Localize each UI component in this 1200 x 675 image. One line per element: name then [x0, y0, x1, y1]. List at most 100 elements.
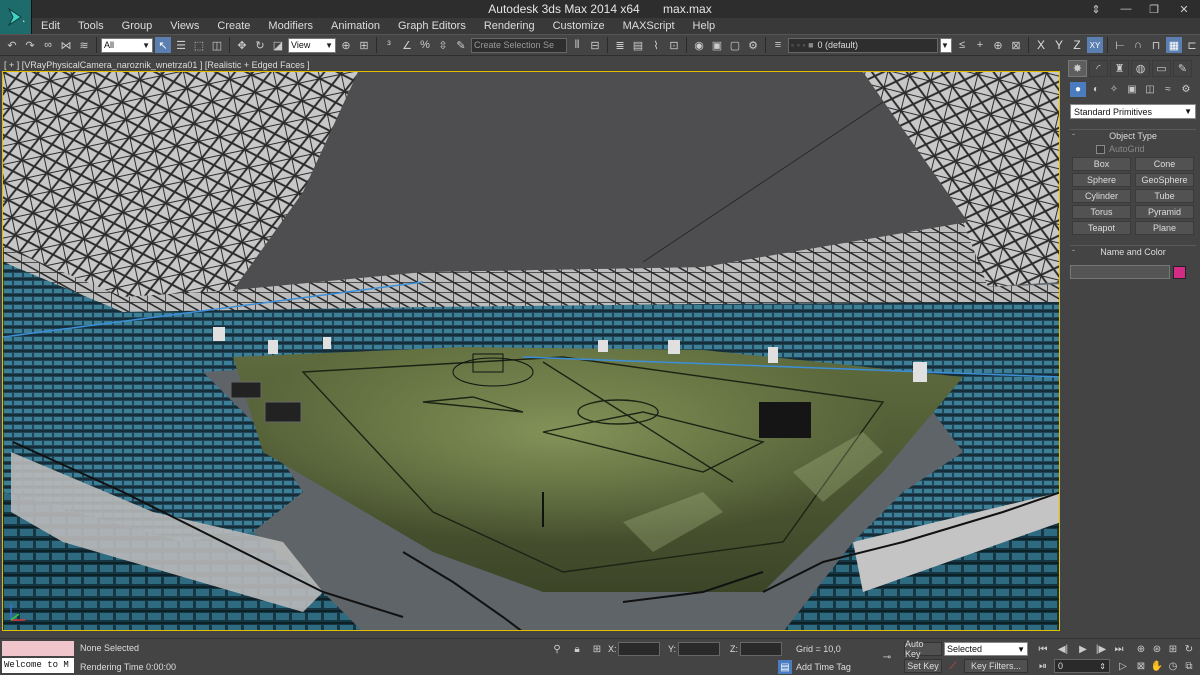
next-frame-icon[interactable]: |▶: [1094, 642, 1108, 656]
systems-icon[interactable]: ⚙: [1178, 82, 1194, 97]
layer-dropdown[interactable]: ◦ ◦ ◦ ■ 0 (default): [788, 37, 938, 53]
teapot-button[interactable]: Teapot: [1072, 221, 1131, 235]
graphite-ribbon-icon[interactable]: ▤: [630, 37, 646, 53]
named-selection-field[interactable]: Create Selection Se: [471, 37, 567, 53]
object-color-swatch[interactable]: [1173, 265, 1186, 279]
snap-edge-icon[interactable]: ⊓: [1148, 37, 1164, 53]
schematic-view-icon[interactable]: ⊡: [666, 37, 682, 53]
menu-rendering[interactable]: Rendering: [475, 20, 544, 32]
minimize-icon[interactable]: —: [1112, 0, 1140, 18]
box-button[interactable]: Box: [1072, 157, 1131, 171]
walk-through-icon[interactable]: ◷: [1166, 659, 1180, 673]
utilities-tab-icon[interactable]: ✎: [1173, 59, 1192, 77]
hierarchy-tab-icon[interactable]: ♜: [1110, 59, 1129, 77]
menu-animation[interactable]: Animation: [322, 20, 389, 32]
set-current-layer-icon[interactable]: ⊠: [1008, 37, 1024, 53]
snap-vertex-icon[interactable]: ∩: [1130, 37, 1146, 53]
axis-xy-button[interactable]: XY: [1087, 37, 1103, 53]
pyramid-button[interactable]: Pyramid: [1135, 205, 1194, 219]
material-editor-icon[interactable]: ◉: [691, 37, 707, 53]
display-tab-icon[interactable]: ▭: [1152, 59, 1171, 77]
maximize-viewport-icon[interactable]: ⧉: [1182, 659, 1196, 673]
cone-button[interactable]: Cone: [1135, 157, 1194, 171]
current-frame-field[interactable]: 0 ⇕: [1054, 659, 1110, 673]
perspective-viewport[interactable]: [2, 71, 1060, 631]
torus-button[interactable]: Torus: [1072, 205, 1131, 219]
zoom-icon[interactable]: ⊕: [1134, 642, 1148, 656]
cylinder-button[interactable]: Cylinder: [1072, 189, 1131, 203]
tube-button[interactable]: Tube: [1135, 189, 1194, 203]
menu-maxscript[interactable]: MAXScript: [614, 20, 684, 32]
helpers-icon[interactable]: ◫: [1142, 82, 1158, 97]
select-in-layer-icon[interactable]: ⊕: [990, 37, 1006, 53]
edit-named-selection-icon[interactable]: ✎: [453, 37, 469, 53]
previous-frame-icon[interactable]: ◀|: [1056, 642, 1070, 656]
create-tab-icon[interactable]: ✸: [1068, 59, 1087, 77]
default-tangent-icon[interactable]: ⟋: [946, 659, 960, 673]
auto-key-button[interactable]: Auto Key: [904, 639, 942, 659]
set-key-button[interactable]: Set Key: [904, 659, 942, 673]
geosphere-button[interactable]: GeoSphere: [1135, 173, 1194, 187]
spinner-snap-icon[interactable]: ⇳: [435, 37, 451, 53]
rotate-icon[interactable]: ↻: [252, 37, 268, 53]
autogrid-checkbox[interactable]: AutoGrid: [1096, 144, 1200, 154]
bind-space-warp-icon[interactable]: ≋: [76, 37, 92, 53]
object-name-field[interactable]: [1070, 265, 1170, 279]
maximize-icon[interactable]: ❐: [1140, 0, 1168, 18]
menu-modifiers[interactable]: Modifiers: [259, 20, 322, 32]
window-crossing-icon[interactable]: ◫: [209, 37, 225, 53]
angle-snap-icon[interactable]: ∠: [399, 37, 415, 53]
layers-icon[interactable]: ≡: [770, 37, 786, 53]
select-by-name-icon[interactable]: ☰: [173, 37, 189, 53]
align-icon[interactable]: ⊟: [587, 37, 603, 53]
isolate-icon[interactable]: ⚲: [550, 642, 564, 656]
key-selection-dropdown[interactable]: Selected ▼: [944, 642, 1028, 656]
percent-snap-icon[interactable]: %: [417, 37, 433, 53]
sphere-button[interactable]: Sphere: [1072, 173, 1131, 187]
select-manipulate-icon[interactable]: ⊞: [356, 37, 372, 53]
snap-pivot-icon[interactable]: ⊏: [1184, 37, 1200, 53]
lights-icon[interactable]: ✧: [1106, 82, 1122, 97]
selection-filter-dropdown[interactable]: All ▼: [101, 37, 153, 53]
menu-customize[interactable]: Customize: [544, 20, 614, 32]
undo-icon[interactable]: ↶: [4, 37, 20, 53]
absolute-mode-icon[interactable]: ⊞: [590, 642, 604, 656]
zoom-extents-icon[interactable]: ⊞: [1166, 642, 1180, 656]
menu-views[interactable]: Views: [161, 20, 208, 32]
snap-toggle-icon[interactable]: ³: [381, 37, 397, 53]
x-coord-field[interactable]: [618, 642, 660, 656]
snap-face-icon[interactable]: ▦: [1166, 37, 1182, 53]
object-type-rollout[interactable]: - Object Type: [1070, 129, 1196, 141]
axis-x-button[interactable]: X: [1033, 38, 1049, 52]
chevron-down-icon[interactable]: ▼: [940, 37, 952, 53]
curve-editor-icon[interactable]: ⌇: [648, 37, 664, 53]
go-to-end-icon[interactable]: ⏭: [1112, 642, 1126, 656]
snap-options-icon[interactable]: ⊢: [1112, 37, 1128, 53]
menu-help[interactable]: Help: [684, 20, 725, 32]
cameras-icon[interactable]: ▣: [1124, 82, 1140, 97]
key-icon[interactable]: ⊸: [876, 650, 898, 664]
name-color-rollout[interactable]: - Name and Color: [1070, 245, 1196, 257]
zoom-all-icon[interactable]: ⊛: [1150, 642, 1164, 656]
time-tag-icon[interactable]: ▤: [778, 660, 792, 674]
menu-create[interactable]: Create: [208, 20, 259, 32]
menu-graph-editors[interactable]: Graph Editors: [389, 20, 475, 32]
axis-z-button[interactable]: Z: [1069, 38, 1085, 52]
y-coord-field[interactable]: [678, 642, 720, 656]
scale-icon[interactable]: ◪: [270, 37, 286, 53]
geometry-icon[interactable]: ●: [1070, 81, 1086, 97]
app-logo-icon[interactable]: [0, 0, 32, 34]
plane-button[interactable]: Plane: [1135, 221, 1194, 235]
create-layer-icon[interactable]: ≤: [954, 37, 970, 53]
key-filters-button[interactable]: Key Filters...: [964, 659, 1028, 673]
add-time-tag-button[interactable]: Add Time Tag: [796, 662, 851, 672]
category-dropdown[interactable]: Standard Primitives ▼: [1070, 104, 1196, 119]
menu-edit[interactable]: Edit: [32, 20, 69, 32]
space-warps-icon[interactable]: ≈: [1160, 82, 1176, 97]
redo-icon[interactable]: ↷: [22, 37, 38, 53]
maxscript-listener-input[interactable]: [2, 641, 74, 656]
z-coord-field[interactable]: [740, 642, 782, 656]
unlink-icon[interactable]: ⋈: [58, 37, 74, 53]
close-icon[interactable]: ✕: [1168, 0, 1200, 18]
menu-tools[interactable]: Tools: [69, 20, 113, 32]
